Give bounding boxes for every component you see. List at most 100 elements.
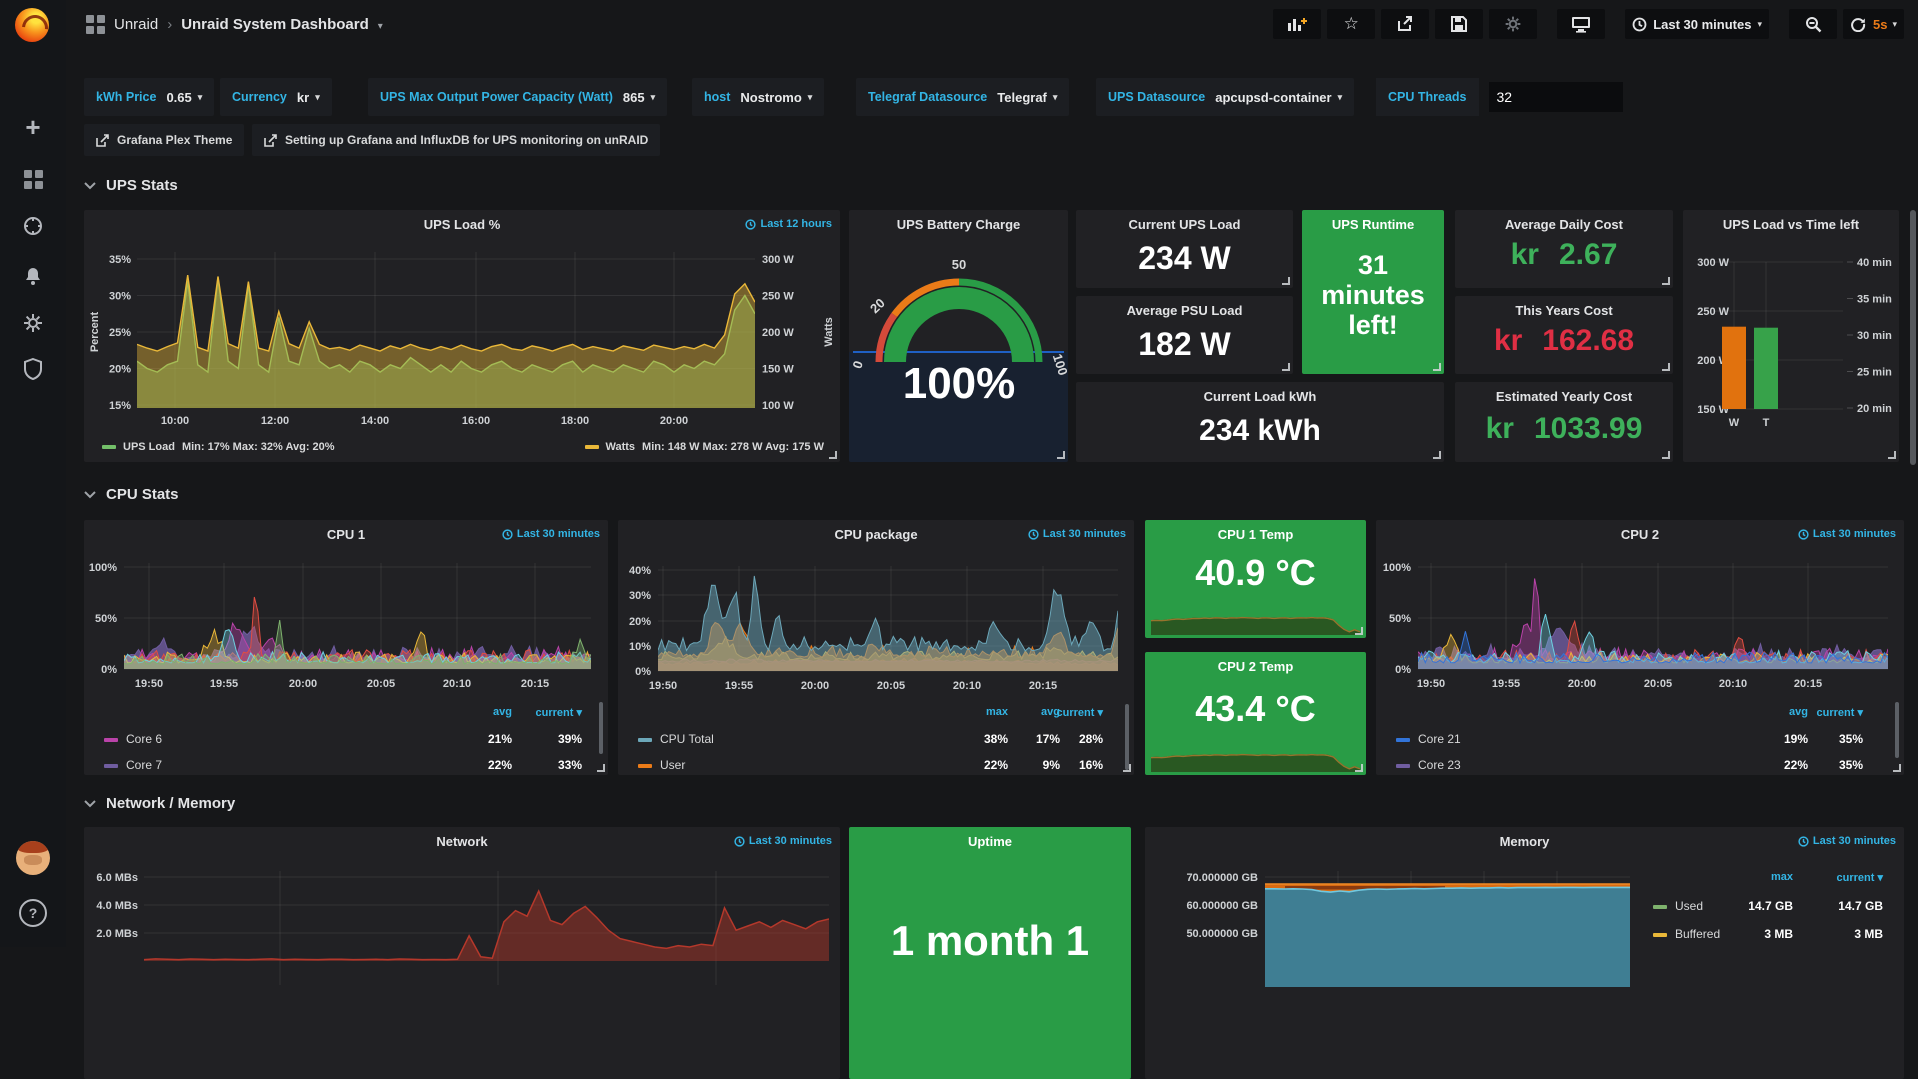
resize-handle[interactable]: [1888, 451, 1896, 459]
variable-label: CPU Threads: [1376, 78, 1479, 116]
cpu-threads-input[interactable]: [1489, 82, 1623, 112]
chevron-down-icon[interactable]: ▾: [378, 21, 383, 32]
dashboards-icon[interactable]: [13, 159, 53, 199]
user-avatar[interactable]: [13, 838, 53, 878]
chevron-down-icon[interactable]: ▾: [1892, 19, 1897, 30]
time-range-picker[interactable]: Last 30 minutes ▾: [1625, 9, 1769, 39]
legend-series-name[interactable]: Buffered: [1675, 927, 1720, 941]
cycle-view-monitor-icon[interactable]: [1557, 9, 1605, 39]
panel-title[interactable]: CPU 2 Temp: [1145, 659, 1366, 674]
legend-col-current[interactable]: current ▾: [1837, 871, 1883, 884]
variable-value-dropdown[interactable]: apcupsd-container▾: [1215, 90, 1342, 105]
variable-value-dropdown[interactable]: Telegraf▾: [997, 90, 1057, 105]
panel-title[interactable]: Memory: [1145, 834, 1904, 849]
add-panel-button[interactable]: [1273, 9, 1321, 39]
panel-title[interactable]: Estimated Yearly Cost: [1455, 389, 1673, 404]
legend-item-watts[interactable]: WattsMin: 148 W Max: 278 W Avg: 175 W: [585, 441, 825, 453]
create-icon[interactable]: +: [13, 107, 53, 147]
dashboard-title[interactable]: Unraid System Dashboard: [181, 16, 369, 33]
refresh-interval-label[interactable]: 5s: [1873, 17, 1887, 32]
star-button[interactable]: ☆: [1327, 9, 1375, 39]
panel-title[interactable]: Current UPS Load: [1076, 217, 1293, 232]
resize-handle[interactable]: [1282, 277, 1290, 285]
refresh-picker[interactable]: 5s ▾: [1843, 9, 1904, 39]
resize-handle[interactable]: [1662, 363, 1670, 371]
panel-title[interactable]: Network: [84, 834, 840, 849]
panel-title[interactable]: Current Load kWh: [1076, 389, 1444, 404]
panel-time-range[interactable]: Last 12 hours: [745, 218, 832, 230]
panel-title[interactable]: Average Daily Cost: [1455, 217, 1673, 232]
panel-title[interactable]: UPS Battery Charge: [849, 217, 1068, 232]
cpu1-usage-chart[interactable]: 100%50%0%19:5019:5520:0020:0520:1020:15: [84, 520, 608, 775]
panel-time-range[interactable]: Last 30 minutes: [502, 528, 600, 540]
stat-value: 31 minutes left!: [1310, 250, 1436, 341]
legend-scrollbar-thumb[interactable]: [1895, 702, 1899, 758]
panel-title[interactable]: UPS Load %: [84, 217, 840, 232]
resize-handle[interactable]: [1662, 451, 1670, 459]
panel-time-range[interactable]: Last 30 minutes: [1798, 528, 1896, 540]
resize-handle[interactable]: [1282, 363, 1290, 371]
resize-handle[interactable]: [1123, 764, 1131, 772]
resize-handle[interactable]: [1433, 363, 1441, 371]
network-chart[interactable]: 6.0 MBs4.0 MBs2.0 MBs: [84, 827, 840, 987]
legend-series-name[interactable]: Core 6: [126, 732, 162, 746]
variable-value-dropdown[interactable]: 865▾: [623, 90, 655, 105]
page-scrollbar-thumb[interactable]: [1910, 210, 1916, 465]
legend-series-name[interactable]: Used: [1675, 899, 1703, 913]
legend-value: 35%: [1839, 732, 1863, 746]
legend-series-name[interactable]: Core 23: [1418, 758, 1461, 772]
panel-time-range[interactable]: Last 30 minutes: [1798, 835, 1896, 847]
legend-item-ups-load[interactable]: UPS LoadMin: 17% Max: 32% Avg: 20%: [102, 441, 335, 453]
legend-series-name[interactable]: CPU Total: [660, 732, 714, 746]
legend-scrollbar-thumb[interactable]: [1125, 704, 1129, 770]
resize-handle[interactable]: [1057, 451, 1065, 459]
panel-title[interactable]: Average PSU Load: [1076, 303, 1293, 318]
legend-col-current[interactable]: current ▾: [1057, 706, 1103, 719]
legend-series-name[interactable]: Core 7: [126, 758, 162, 772]
alerting-bell-icon[interactable]: [13, 256, 53, 296]
resize-handle[interactable]: [1355, 627, 1363, 635]
variable-value-dropdown[interactable]: kr▾: [297, 90, 320, 105]
dashboard-grid-icon[interactable]: [86, 15, 105, 34]
save-button[interactable]: [1435, 9, 1483, 39]
panel-title[interactable]: This Years Cost: [1455, 303, 1673, 318]
help-icon[interactable]: ?: [13, 893, 53, 933]
configuration-gear-icon[interactable]: [13, 303, 53, 343]
legend-col-max[interactable]: max: [986, 706, 1008, 718]
resize-handle[interactable]: [1433, 451, 1441, 459]
panel-time-range[interactable]: Last 30 minutes: [734, 835, 832, 847]
resize-handle[interactable]: [1355, 764, 1363, 772]
resize-handle[interactable]: [597, 764, 605, 772]
section-network-memory[interactable]: Network / Memory: [84, 795, 235, 812]
legend-series-name[interactable]: User: [660, 758, 685, 772]
legend-col-current[interactable]: current ▾: [1817, 706, 1863, 719]
variable-value-dropdown[interactable]: 0.65▾: [166, 90, 202, 105]
section-ups-stats[interactable]: UPS Stats: [84, 177, 178, 194]
variable-value-dropdown[interactable]: Nostromo▾: [740, 90, 812, 105]
legend-col-max[interactable]: max: [1771, 871, 1793, 883]
resize-handle[interactable]: [1662, 277, 1670, 285]
legend-col-avg[interactable]: avg: [493, 706, 512, 718]
panel-title[interactable]: Uptime: [849, 834, 1131, 849]
ups-load-chart[interactable]: 35%30%25%20%15%300 W250 W200 W150 W100 W…: [84, 210, 840, 462]
resize-handle[interactable]: [1893, 764, 1901, 772]
server-admin-shield-icon[interactable]: [13, 349, 53, 389]
panel-title[interactable]: UPS Load vs Time left: [1683, 217, 1899, 232]
dashboard-link-ups-monitoring[interactable]: Setting up Grafana and InfluxDB for UPS …: [252, 124, 660, 156]
dashboard-link-plex-theme[interactable]: Grafana Plex Theme: [84, 124, 244, 156]
breadcrumb-app[interactable]: Unraid: [114, 16, 158, 33]
section-cpu-stats[interactable]: CPU Stats: [84, 486, 179, 503]
zoom-out-button[interactable]: [1789, 9, 1837, 39]
dashboard-settings-gear-icon[interactable]: [1489, 9, 1537, 39]
panel-time-range[interactable]: Last 30 minutes: [1028, 528, 1126, 540]
panel-title[interactable]: CPU 1 Temp: [1145, 527, 1366, 542]
resize-handle[interactable]: [829, 451, 837, 459]
legend-col-avg[interactable]: avg: [1789, 706, 1808, 718]
share-button[interactable]: [1381, 9, 1429, 39]
legend-scrollbar-thumb[interactable]: [599, 702, 603, 754]
panel-title[interactable]: UPS Runtime: [1302, 217, 1444, 232]
grafana-logo-icon[interactable]: [12, 5, 52, 45]
legend-col-current[interactable]: current ▾: [536, 706, 582, 719]
legend-series-name[interactable]: Core 21: [1418, 732, 1461, 746]
explore-icon[interactable]: [13, 206, 53, 246]
